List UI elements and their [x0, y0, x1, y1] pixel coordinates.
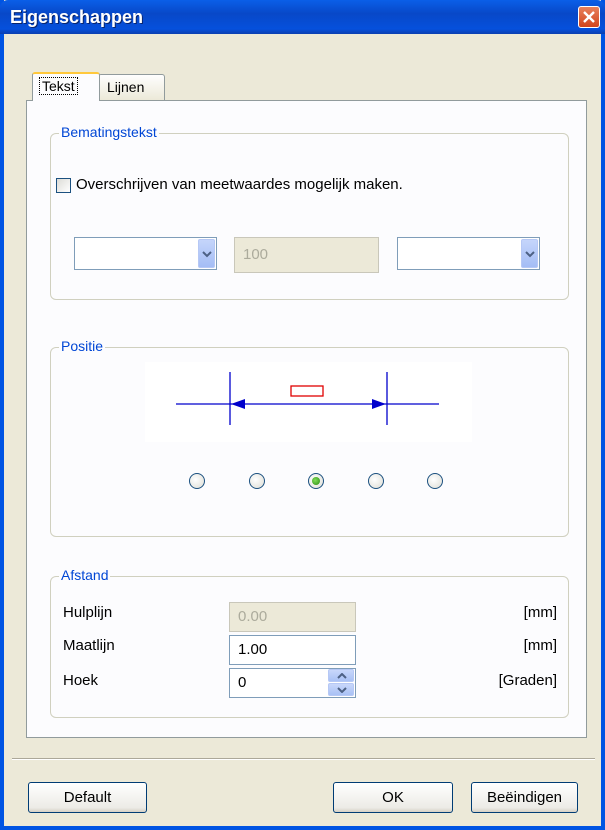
- hoek-label: Hoek: [63, 672, 99, 689]
- default-button[interactable]: Default: [28, 782, 147, 813]
- overwrite-checkbox[interactable]: [56, 178, 71, 193]
- button-separator: [12, 758, 595, 760]
- bematingstekst-legend: Bematingstekst: [59, 124, 159, 140]
- close-icon: [583, 11, 595, 23]
- suffix-dropdown[interactable]: [397, 237, 540, 270]
- maatlijn-unit: [mm]: [523, 637, 557, 654]
- position-radio-4[interactable]: [368, 473, 384, 489]
- prefix-dropdown[interactable]: [74, 237, 217, 270]
- prefix-dropdown-button[interactable]: [198, 239, 215, 268]
- text-position-marker: [290, 385, 324, 397]
- window-title: Eigenschappen: [10, 7, 144, 27]
- close-button[interactable]: [578, 6, 600, 28]
- hulplijn-label: Hulplijn: [63, 604, 113, 621]
- bematingstekst-group: Bematingstekst: [50, 124, 569, 300]
- hoek-unit: [Graden]: [498, 672, 557, 689]
- hulplijn-value: 0.00: [238, 608, 268, 625]
- chevron-down-icon: [202, 251, 212, 258]
- position-radio-3[interactable]: [308, 473, 324, 489]
- chevron-down-icon: [337, 687, 347, 693]
- position-radio-5[interactable]: [427, 473, 443, 489]
- dimension-preview: [145, 362, 472, 442]
- arrow-right-icon: [372, 399, 386, 409]
- hoek-value: 0: [238, 674, 247, 691]
- position-radio-2[interactable]: [249, 473, 265, 489]
- tab-tekst[interactable]: Tekst: [32, 72, 100, 101]
- hulplijn-unit: [mm]: [523, 604, 557, 621]
- maatlijn-field[interactable]: 1.00: [229, 635, 356, 665]
- hoek-spin-down-button[interactable]: [328, 683, 354, 696]
- measurement-value-field: 100: [234, 237, 379, 273]
- positie-legend: Positie: [59, 338, 106, 354]
- position-radio-1[interactable]: [189, 473, 205, 489]
- arrow-left-icon: [231, 399, 245, 409]
- hoek-spinner[interactable]: [327, 668, 356, 698]
- hoek-spin-up-button[interactable]: [328, 669, 354, 682]
- tab-tekst-label: Tekst: [39, 77, 78, 95]
- afstand-legend: Afstand: [59, 567, 111, 583]
- dimension-preview-graphic: [176, 372, 439, 425]
- maatlijn-label: Maatlijn: [63, 637, 115, 654]
- suffix-dropdown-button[interactable]: [521, 239, 538, 268]
- hulplijn-field: 0.00: [229, 602, 356, 632]
- maatlijn-value: 1.00: [238, 641, 268, 658]
- tab-lijnen-label: Lijnen: [107, 79, 145, 95]
- chevron-up-icon: [337, 673, 347, 679]
- chevron-down-icon: [525, 251, 535, 258]
- end-button[interactable]: Beëindigen: [471, 782, 578, 813]
- measurement-value-text: 100: [243, 246, 269, 263]
- tab-lijnen[interactable]: Lijnen: [98, 74, 165, 100]
- overwrite-checkbox-label[interactable]: Overschrijven van meetwaardes mogelijk m…: [76, 176, 403, 193]
- title-bar[interactable]: Eigenschappen: [0, 0, 605, 34]
- ok-button[interactable]: OK: [333, 782, 453, 813]
